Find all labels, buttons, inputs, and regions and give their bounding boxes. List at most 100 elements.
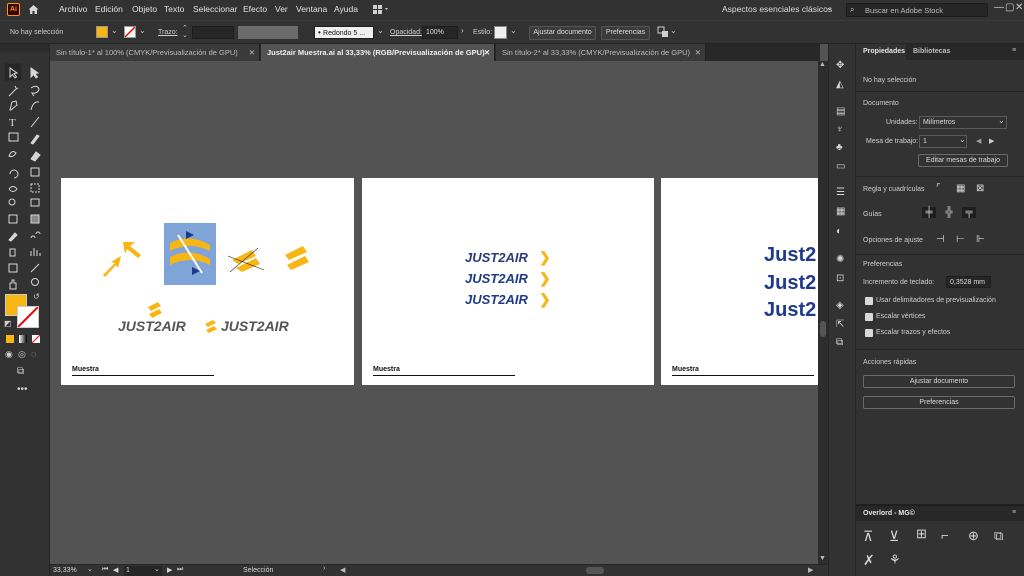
quick-preferences-button[interactable]: Preferencias (863, 396, 1015, 409)
brush-definition[interactable]: • Redondo 5 ... (314, 26, 374, 39)
canvas-area[interactable]: JUST2AIR JUST2AIR Muestra JUST2AIR ❯ JUS… (50, 61, 820, 564)
snap-to-pixel-icon[interactable]: ⊢ (956, 234, 965, 245)
lock-guides-icon[interactable]: ╬ (942, 207, 956, 218)
tab-sin-titulo-2[interactable]: Sin título-2* al 33,33% (CMYK/Previsuali… (496, 44, 706, 61)
tab-sin-titulo-1[interactable]: Sin título-1* al 100% (CMYK/Previsualiza… (50, 44, 260, 61)
variable-width-profile[interactable] (238, 26, 298, 39)
artboard-next-arrow-icon[interactable]: ▶ (989, 137, 994, 145)
rulers-icon[interactable]: ⌜ (936, 183, 941, 194)
asset-export-icon[interactable]: ⧉ (836, 337, 843, 348)
menu-ventana[interactable]: Ventana (296, 4, 327, 14)
gradient-panel-icon[interactable]: ▦ (836, 206, 845, 217)
overlord-connect-icon[interactable]: ⊞ (916, 526, 927, 542)
menu-edicion[interactable]: Edición (95, 4, 123, 14)
screen-mode-icon[interactable]: ⧉ (17, 366, 24, 377)
menu-archivo[interactable]: Archivo (59, 4, 87, 14)
swap-fill-stroke-icon[interactable]: ↺ (33, 292, 40, 301)
keyboard-increment-field[interactable]: 0,3528 mm (946, 276, 991, 288)
quick-fit-document-button[interactable]: Ajustar documento (863, 375, 1015, 388)
menu-ayuda[interactable]: Ayuda (334, 4, 358, 14)
stroke-swatch[interactable] (124, 26, 136, 38)
opacity-chevron-icon[interactable]: › (461, 26, 464, 35)
artboard-3[interactable]: Just2 Just2 Just2 Muestra (661, 178, 820, 385)
arrange-icon[interactable] (657, 26, 669, 38)
brushes-panel-icon[interactable]: ♆ (836, 124, 844, 135)
scroll-right-icon[interactable]: ▶ (808, 566, 813, 574)
stock-search-field[interactable]: ⌕ Buscar en Adobe Stock (846, 3, 988, 17)
menu-seleccionar[interactable]: Seleccionar (193, 4, 237, 14)
stroke-panel-icon[interactable]: ☰ (836, 187, 845, 198)
panel-menu-icon[interactable]: ≡ (1012, 47, 1016, 54)
color-mode-icon[interactable] (6, 335, 14, 343)
color-guide-icon[interactable]: ◭ (836, 79, 844, 90)
tab-close-icon[interactable]: ✕ (249, 44, 255, 61)
edit-artboards-button[interactable]: Editar mesas de trabajo (918, 154, 1008, 167)
draw-inside-icon[interactable]: ◌ (31, 349, 36, 359)
stroke-dropdown-icon[interactable]: ⌄ (139, 26, 146, 35)
export-panel-icon[interactable]: ⇱ (836, 319, 844, 330)
zoom-dropdown-icon[interactable]: ⌄ (87, 565, 93, 573)
layers-panel-icon[interactable]: ◈ (836, 300, 844, 311)
opacity-field[interactable]: 100% (422, 26, 458, 39)
grid-icon[interactable]: ▦ (956, 183, 965, 194)
close-icon[interactable]: ✕ (1015, 2, 1023, 13)
overlord-pull-icon[interactable]: ⊻ (889, 528, 899, 545)
overlord-tab[interactable]: Overlord - MG© (863, 510, 915, 517)
overlord-unlink-icon[interactable]: ✗ (863, 552, 875, 569)
checkbox-preview-bounds[interactable] (865, 297, 873, 305)
minimize-icon[interactable]: — (994, 2, 1004, 13)
appearance-panel-icon[interactable]: ✺ (836, 254, 844, 265)
fit-document-button[interactable]: Ajustar documento (529, 26, 596, 40)
app-logo[interactable]: Ai (7, 3, 20, 16)
style-dropdown-icon[interactable]: ⌄ (510, 26, 517, 35)
draw-behind-icon[interactable]: ◎ (18, 349, 26, 360)
scroll-left-icon[interactable]: ◀ (340, 566, 345, 574)
maximize-icon[interactable]: ▢ (1005, 2, 1014, 13)
tab-close-icon[interactable]: ✕ (695, 44, 701, 61)
fill-swatch[interactable] (96, 26, 108, 38)
stroke-color-box[interactable] (17, 306, 39, 328)
overlord-path-icon[interactable]: ⌐ (941, 528, 949, 543)
menu-objeto[interactable]: Objeto (132, 4, 157, 14)
tab-just2air-muestra[interactable]: Just2air Muestra.ai al 33,33% (RGB/Previ… (261, 44, 495, 61)
artboard-prev-icon[interactable]: ◀ (113, 566, 118, 574)
tab-close-icon[interactable]: ✕ (484, 44, 490, 61)
align-panel-icon[interactable]: ⊡ (836, 273, 844, 284)
overlord-add-icon[interactable]: ⊕ (968, 528, 979, 544)
units-dropdown-icon[interactable]: ⌄ (998, 116, 1005, 125)
artboard-last-icon[interactable]: ⏭ (177, 566, 183, 574)
graphic-styles-icon[interactable]: ▭ (836, 161, 845, 172)
overlord-grid-icon[interactable]: ⧉ (994, 528, 1003, 544)
swatches-panel-icon[interactable]: ▤ (836, 106, 845, 117)
transparency-grid-icon[interactable]: ⊠ (976, 183, 984, 194)
overlord-menu-icon[interactable]: ≡ (1012, 509, 1016, 516)
vertical-scrollbar[interactable]: ▲ ▼ (818, 61, 828, 564)
menu-efecto[interactable]: Efecto (243, 4, 267, 14)
tab-properties[interactable]: Propiedades (856, 44, 906, 60)
stroke-stepper-icon[interactable]: ⌃ ⌄ (182, 25, 188, 39)
snap-to-glyph-icon[interactable]: ⊩ (976, 234, 985, 245)
brush-dropdown-icon[interactable]: ⌄ (377, 26, 384, 35)
show-guides-icon[interactable]: ╪ (922, 207, 936, 218)
workspace-chevron-icon[interactable]: ⌄ (826, 3, 833, 12)
style-swatch[interactable] (494, 26, 507, 39)
checkbox-scale-strokes[interactable] (865, 329, 873, 337)
workspace-switcher[interactable]: Aspectos esenciales clásicos (722, 4, 832, 14)
artboard-first-icon[interactable]: ⏮ (102, 566, 108, 574)
zoom-level[interactable]: 33,33% (53, 567, 77, 574)
artboard-dropdown-icon[interactable]: ⌄ (154, 565, 160, 573)
artboard-2[interactable]: JUST2AIR ❯ JUST2AIR ❯ JUST2AIR ❯ Muestra (362, 178, 654, 385)
overlord-tools-icon[interactable]: ⚘ (889, 552, 901, 568)
status-chevron-icon[interactable]: › (323, 565, 325, 572)
default-fill-stroke-icon[interactable]: ◩ (4, 319, 12, 328)
preferences-button[interactable]: Preferencias (601, 26, 650, 40)
artboard-next-icon[interactable]: ▶ (167, 566, 172, 574)
menu-ver[interactable]: Ver (275, 4, 288, 14)
gradient-mode-icon[interactable] (19, 335, 27, 343)
color-panel-icon[interactable]: ✥ (836, 60, 844, 71)
tab-libraries[interactable]: Bibliotecas (907, 44, 957, 60)
scroll-up-icon[interactable]: ▲ (819, 61, 826, 68)
scroll-down-icon[interactable]: ▼ (819, 555, 826, 562)
artboard-select-dropdown-icon[interactable]: ⌄ (959, 135, 966, 144)
stroke-weight-field[interactable] (192, 26, 234, 39)
